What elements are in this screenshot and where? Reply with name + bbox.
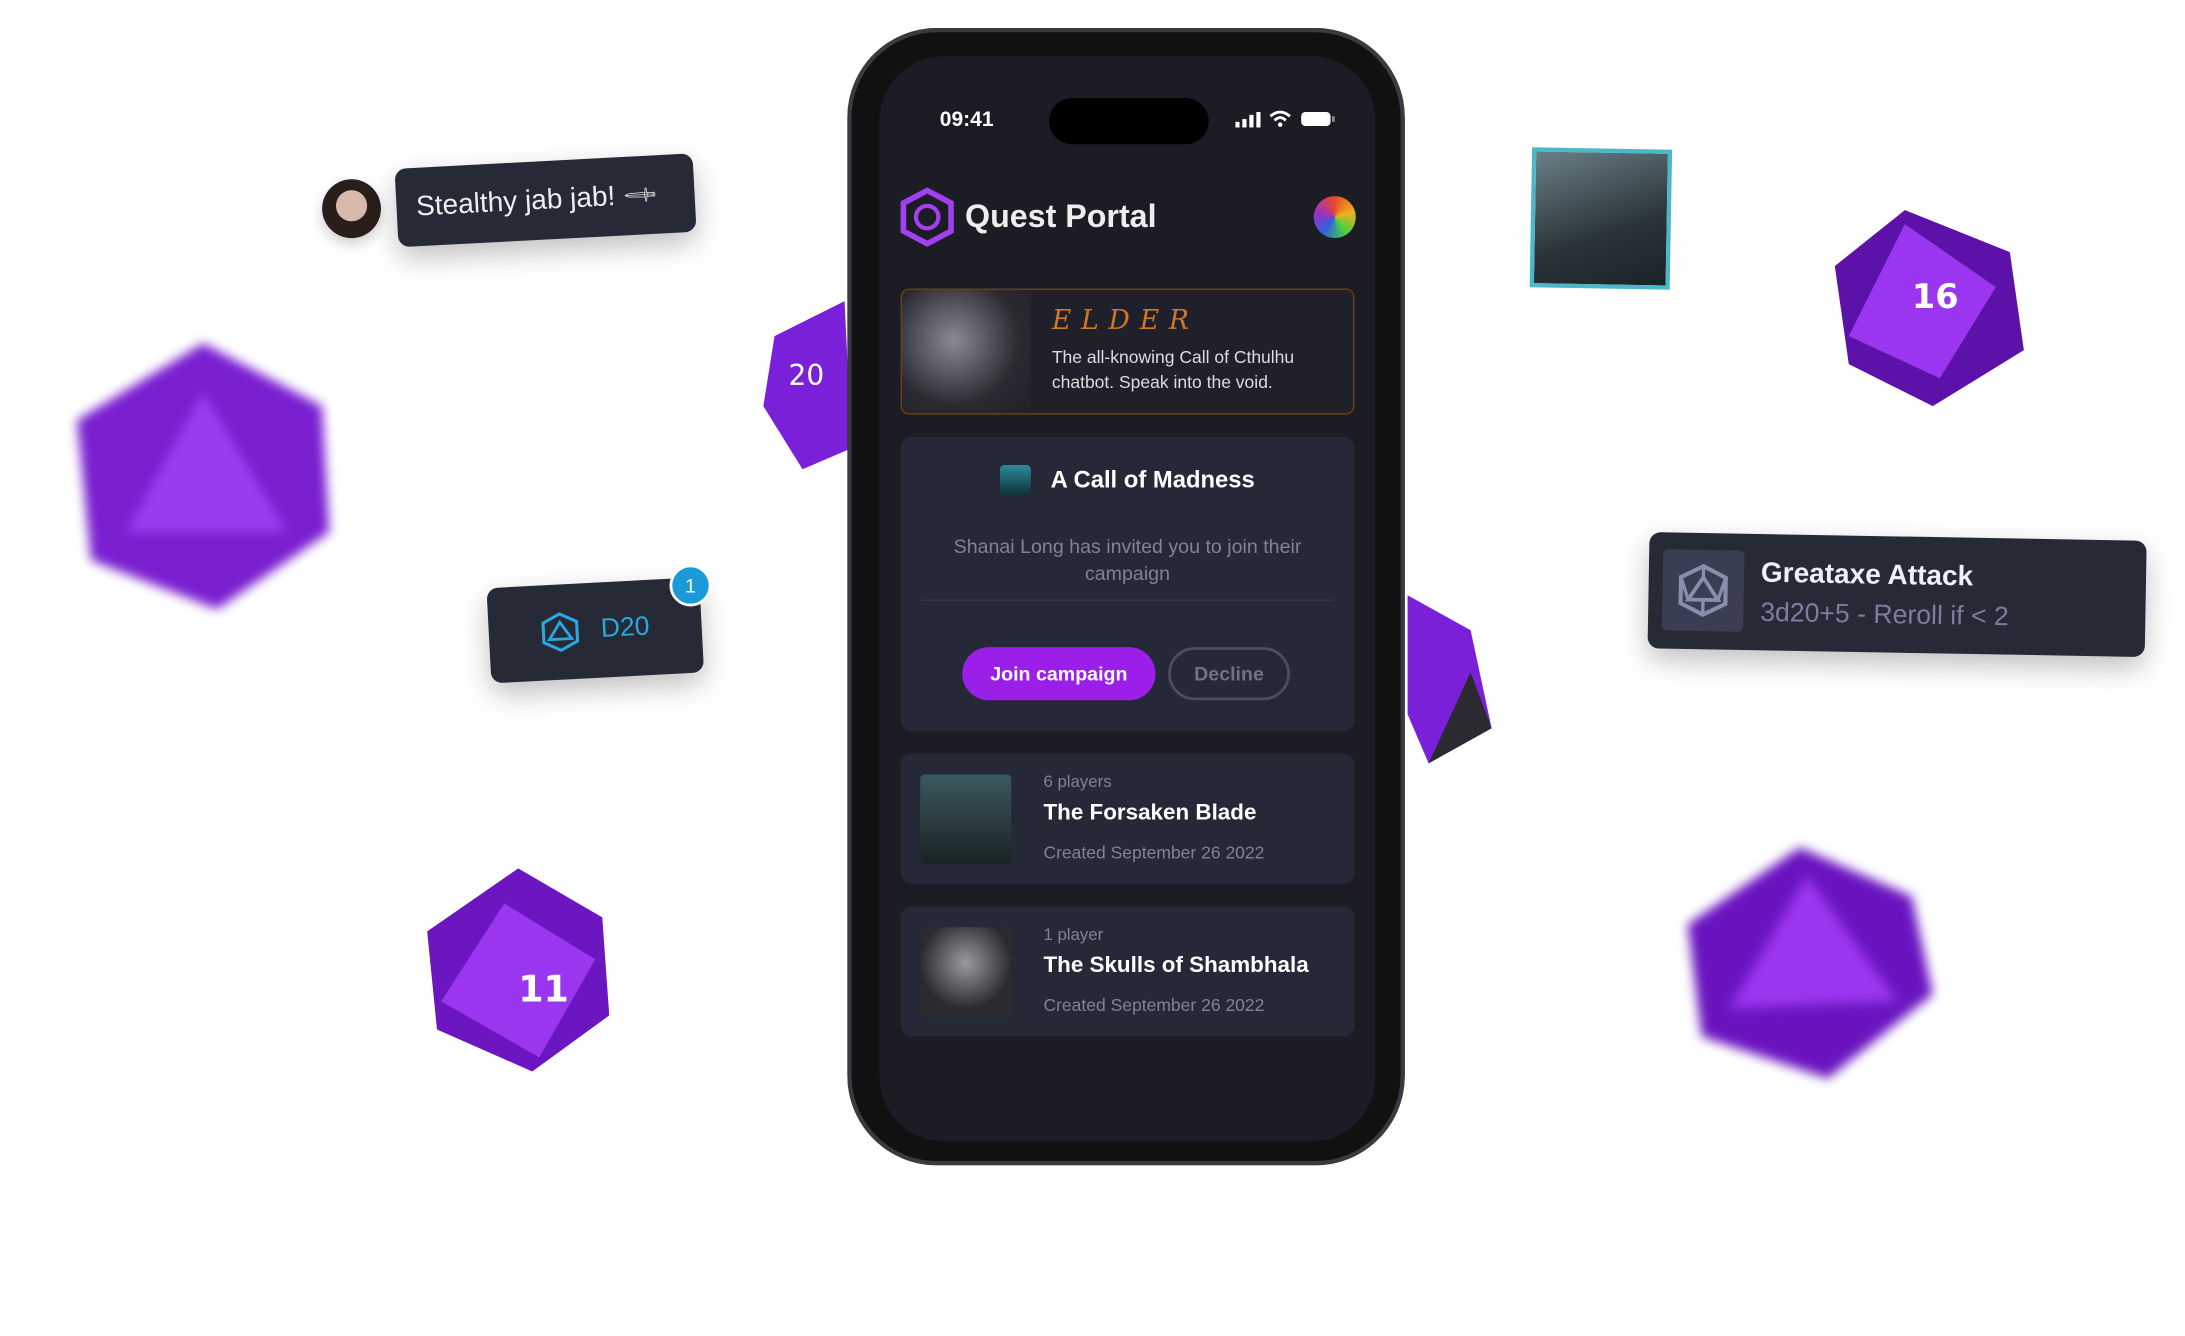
- d20-dice: [1407, 595, 1492, 764]
- svg-text:16: 16: [1912, 277, 1959, 316]
- campaign-list-item[interactable]: 6 players The Forsaken Blade Created Sep…: [900, 753, 1355, 884]
- phone-frame: 09:41 Quest Portal ELDER The all-knowing…: [847, 28, 1405, 1166]
- chat-message: Stealthy jab jab!: [415, 180, 616, 222]
- divider: [921, 599, 1334, 601]
- elder-title: ELDER: [1051, 305, 1199, 337]
- d20-dice: 11: [427, 868, 610, 1072]
- svg-text:20: 20: [789, 359, 825, 392]
- attack-title: Greataxe Attack: [1760, 557, 1974, 593]
- quest-portal-logo-icon: [900, 187, 954, 247]
- status-icons: [1235, 110, 1336, 128]
- campaign-players: 1 player: [1043, 924, 1104, 945]
- campaign-invite-card: A Call of Madness Shanai Long has invite…: [900, 436, 1355, 732]
- wifi-icon: [1269, 110, 1291, 127]
- chat-bubble: Stealthy jab jab! 🗡: [394, 153, 697, 248]
- knife-icon: 🗡: [621, 177, 659, 215]
- campaign-icon: [1000, 464, 1031, 496]
- dice-label: D20: [600, 612, 651, 644]
- campaign-name: The Forsaken Blade: [1043, 801, 1257, 825]
- chat-avatar: [322, 179, 381, 239]
- d20-dice-blurred: [77, 343, 330, 610]
- app-title: Quest Portal: [965, 197, 1157, 234]
- user-avatar[interactable]: [1313, 196, 1356, 239]
- character-portrait: [1529, 147, 1673, 290]
- invite-title: A Call of Madness: [1050, 466, 1255, 494]
- elder-chatbot-banner[interactable]: ELDER The all-knowing Call of Cthulhu ch…: [900, 288, 1355, 415]
- invite-message: Shanai Long has invited you to join thei…: [953, 535, 1302, 585]
- svg-text:11: 11: [518, 967, 569, 1010]
- notification-badge: 1: [669, 564, 712, 607]
- signal-icon: [1235, 112, 1261, 128]
- phone-screen: 09:41 Quest Portal ELDER The all-knowing…: [879, 56, 1376, 1142]
- d20-icon: [541, 612, 580, 653]
- campaign-created: Created September 26 2022: [1043, 843, 1265, 863]
- d20-dice-blurred: [1687, 847, 1933, 1079]
- campaign-players: 6 players: [1043, 771, 1112, 792]
- d20-icon: [1661, 549, 1745, 632]
- dynamic-island: [1049, 98, 1209, 145]
- campaign-thumbnail: [920, 774, 1012, 865]
- status-time: 09:41: [939, 107, 994, 132]
- campaign-created: Created September 26 2022: [1043, 995, 1265, 1016]
- d20-dice: 20: [763, 301, 852, 470]
- attack-roll-card[interactable]: Greataxe Attack 3d20+5 - Reroll if < 2: [1647, 532, 2147, 658]
- join-campaign-button[interactable]: Join campaign: [962, 647, 1156, 701]
- campaign-list-item[interactable]: 1 player The Skulls of Shambhala Created…: [900, 906, 1355, 1037]
- campaign-name: The Skulls of Shambhala: [1043, 953, 1309, 978]
- d20-dice: 16: [1834, 210, 2024, 407]
- decline-button[interactable]: Decline: [1168, 647, 1290, 701]
- elder-description: The all-knowing Call of Cthulhu chatbot.…: [1051, 347, 1295, 393]
- battery-icon: [1301, 112, 1335, 127]
- attack-formula: 3d20+5 - Reroll if < 2: [1759, 598, 2009, 633]
- elder-image: [901, 289, 1031, 414]
- campaign-thumbnail: [920, 927, 1012, 1017]
